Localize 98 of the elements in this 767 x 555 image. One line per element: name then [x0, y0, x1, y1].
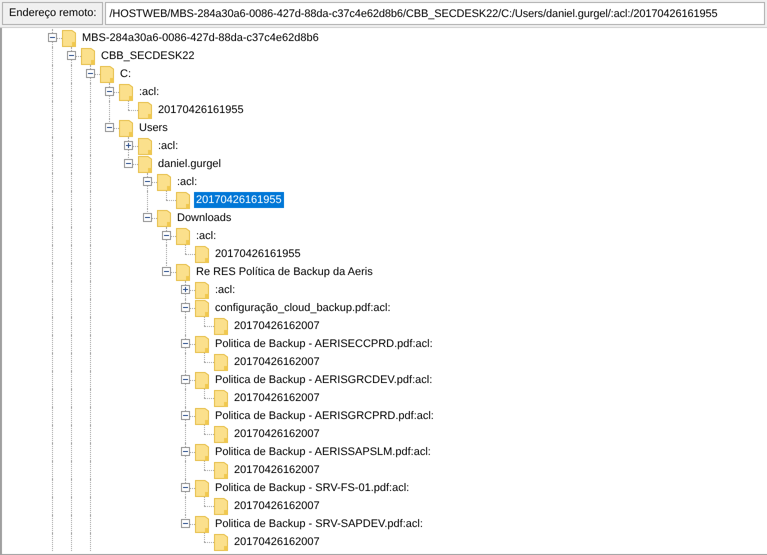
tree-item[interactable]: Politica de Backup - AERISSAPSLM.pdf:acl: — [213, 444, 433, 460]
folder-icon — [81, 48, 95, 64]
tree-item[interactable]: 20170426161955 — [194, 192, 284, 208]
expand-button[interactable] — [181, 285, 190, 294]
tree-item[interactable]: C: — [118, 66, 133, 82]
folder-icon — [195, 282, 209, 298]
folder-icon — [195, 480, 209, 496]
collapse-button[interactable] — [124, 159, 133, 168]
tree-item[interactable]: 20170426162007 — [232, 462, 322, 478]
folder-icon — [195, 516, 209, 532]
folder-icon — [214, 318, 228, 334]
plus-icon — [126, 143, 131, 148]
collapse-button[interactable] — [86, 69, 95, 78]
collapse-button[interactable] — [181, 303, 190, 312]
folder-icon — [100, 66, 114, 82]
tree-item[interactable]: configuração_cloud_backup.pdf:acl: — [213, 300, 393, 316]
minus-icon — [164, 233, 169, 238]
collapse-button[interactable] — [181, 447, 190, 456]
tree-item[interactable]: Downloads — [175, 210, 234, 226]
minus-icon — [50, 35, 55, 40]
tree-item[interactable]: MBS-284a30a6-0086-427d-88da-c37c4e62d8b6 — [80, 30, 321, 46]
minus-icon — [183, 305, 188, 310]
tree-item[interactable]: Politica de Backup - AERISGRCPRD.pdf:acl: — [213, 408, 436, 424]
collapse-button[interactable] — [105, 87, 114, 96]
minus-icon — [183, 521, 188, 526]
tree-item[interactable]: :acl: — [194, 228, 218, 244]
minus-icon — [183, 449, 188, 454]
folder-icon — [214, 462, 228, 478]
folder-icon — [157, 174, 171, 190]
minus-icon — [183, 413, 188, 418]
tree-item[interactable]: 20170426162007 — [232, 390, 322, 406]
tree-item[interactable]: :acl: — [213, 282, 238, 298]
folder-icon — [138, 102, 152, 118]
collapse-button[interactable] — [143, 213, 152, 222]
minus-icon — [183, 377, 188, 382]
tree-item[interactable]: Politica de Backup - AERISECCPRD.pdf:acl: — [213, 336, 435, 352]
minus-icon — [145, 179, 150, 184]
tree-item[interactable]: Politica de Backup - SRV-FS-01.pdf:acl: — [213, 480, 412, 496]
minus-icon — [69, 53, 74, 58]
tree-item[interactable]: :acl: — [156, 138, 180, 154]
folder-icon — [195, 372, 209, 388]
minus-icon — [88, 71, 93, 76]
collapse-button[interactable] — [143, 177, 152, 186]
folder-icon — [119, 84, 133, 100]
folder-icon — [195, 300, 209, 316]
tree-item[interactable]: 20170426162007 — [232, 534, 322, 550]
minus-icon — [107, 89, 112, 94]
folder-icon — [214, 498, 228, 514]
folder-icon — [195, 336, 209, 352]
collapse-button[interactable] — [181, 411, 190, 420]
tree-item[interactable]: 20170426162007 — [232, 354, 322, 370]
folder-icon — [138, 156, 152, 172]
folder-icon — [157, 210, 171, 226]
folder-icon — [214, 426, 228, 442]
tree-item[interactable]: :acl: — [175, 174, 200, 190]
collapse-button[interactable] — [67, 51, 76, 60]
collapse-button[interactable] — [181, 519, 190, 528]
folder-icon — [138, 138, 152, 154]
collapse-button[interactable] — [181, 375, 190, 384]
folder-icon — [176, 264, 190, 280]
plus-icon — [183, 287, 188, 292]
collapse-button[interactable] — [181, 339, 190, 348]
minus-icon — [164, 269, 169, 274]
tree-item[interactable]: :acl: — [137, 84, 162, 100]
address-field[interactable]: /HOSTWEB/MBS-284a30a6-0086-427d-88da-c37c4e62d8b6/CBB_SECDESK22/C:/Users/daniel.gurgel/:acl:/20170426161955 — [105, 2, 765, 25]
folder-icon — [195, 408, 209, 424]
tree-item[interactable]: Politica de Backup - AERISGRCDEV.pdf:acl: — [213, 372, 434, 388]
tree-item[interactable]: CBB_SECDESK22 — [99, 48, 197, 64]
folder-icon — [195, 246, 209, 262]
tree-item[interactable]: Re RES Política de Backup da Aeris — [194, 264, 375, 280]
minus-icon — [126, 161, 131, 166]
tree-item[interactable]: Politica de Backup - SRV-SAPDEV.pdf:acl: — [213, 516, 425, 532]
minus-icon — [107, 125, 112, 130]
tree-item[interactable]: 20170426161955 — [213, 246, 303, 262]
folder-icon — [119, 120, 133, 136]
collapse-button[interactable] — [181, 483, 190, 492]
collapse-button[interactable] — [162, 267, 171, 276]
tree-item[interactable]: 20170426161955 — [156, 102, 246, 118]
collapse-button[interactable] — [105, 123, 114, 132]
folder-icon — [214, 390, 228, 406]
tree-item[interactable]: 20170426162007 — [232, 498, 322, 514]
collapse-button[interactable] — [48, 33, 57, 42]
minus-icon — [183, 485, 188, 490]
folder-icon — [176, 192, 190, 208]
address-label: Endereço remoto: — [2, 2, 104, 25]
folder-icon — [62, 30, 76, 46]
tree-item[interactable]: 20170426162007 — [232, 426, 322, 442]
minus-icon — [145, 215, 150, 220]
collapse-button[interactable] — [162, 231, 171, 240]
minus-icon — [183, 341, 188, 346]
tree-item[interactable]: daniel.gurgel — [156, 156, 223, 172]
folder-icon — [195, 444, 209, 460]
folder-icon — [176, 228, 190, 244]
folder-icon — [214, 534, 228, 550]
expand-button[interactable] — [124, 141, 133, 150]
tree-item[interactable]: 20170426162007 — [232, 318, 322, 334]
folder-icon — [214, 354, 228, 370]
tree-item[interactable]: Users — [137, 120, 170, 136]
